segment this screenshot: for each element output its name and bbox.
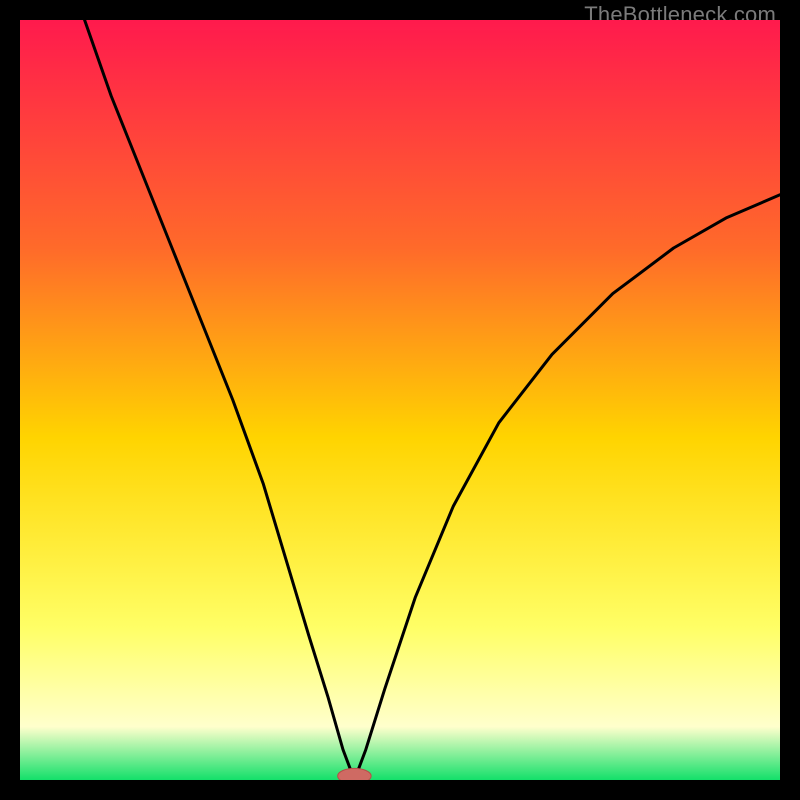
bottleneck-chart [20,20,780,780]
optimum-marker [338,768,371,780]
chart-background [20,20,780,780]
chart-frame [20,20,780,780]
